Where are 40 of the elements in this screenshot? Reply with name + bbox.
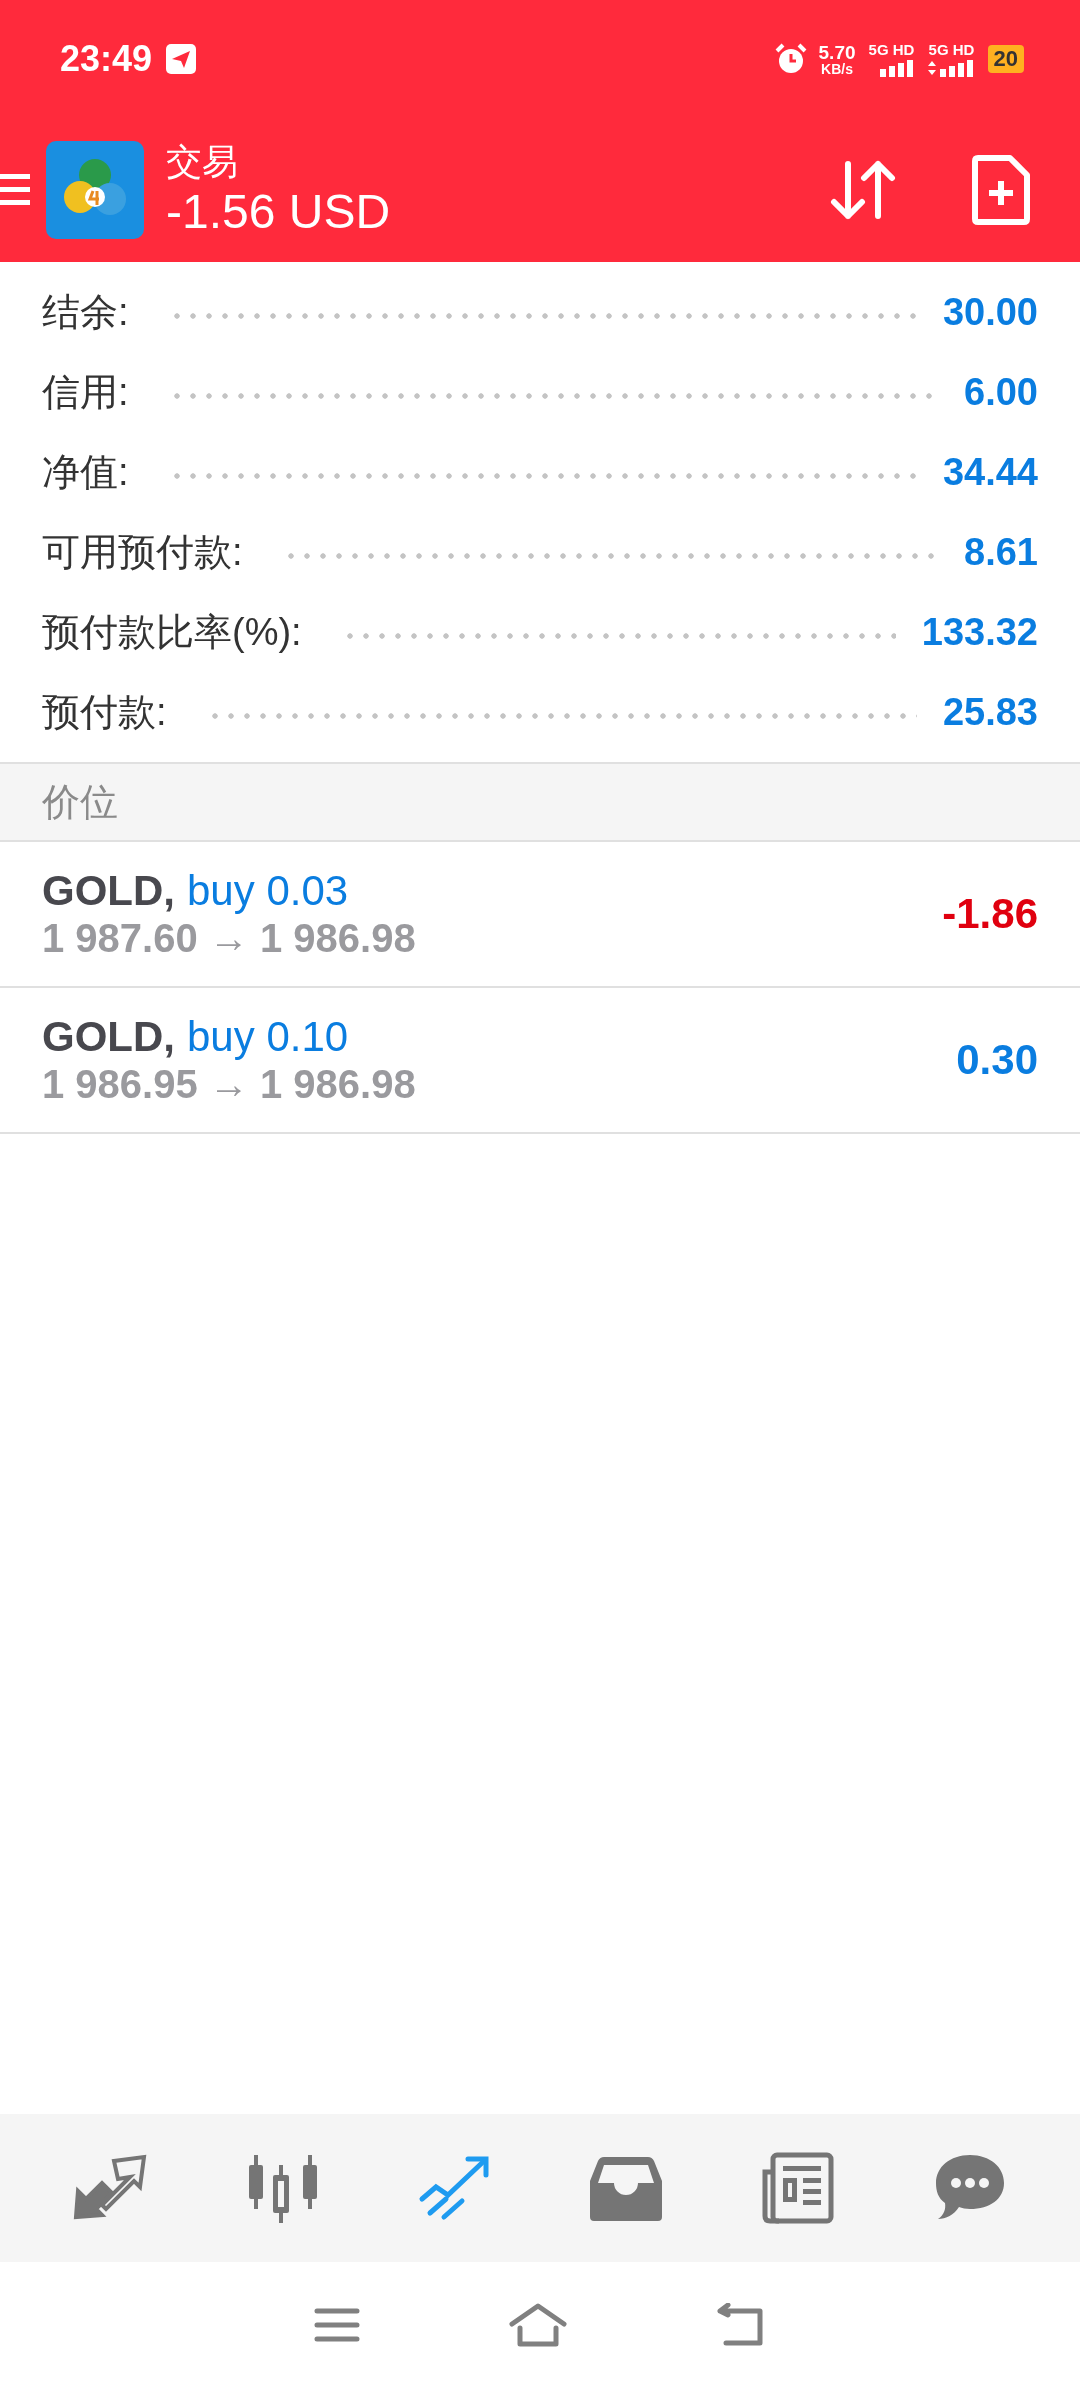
account-label: 信用: xyxy=(42,369,129,415)
position-profit: 0.30 xyxy=(956,1036,1038,1084)
battery-level: 20 xyxy=(987,45,1024,73)
alarm-icon xyxy=(774,43,807,75)
position-row[interactable]: GOLD, buy 0.10 1 986.95 → 1 986.98 0.30 xyxy=(0,988,1080,1134)
account-value: 30.00 xyxy=(942,290,1038,334)
account-value: 34.44 xyxy=(942,450,1038,494)
signal-icon xyxy=(927,58,976,77)
network-speed: 5.70 xyxy=(818,42,856,62)
position-row[interactable]: GOLD, buy 0.03 1 987.60 → 1 986.98 -1.86 xyxy=(0,842,1080,988)
send-icon xyxy=(166,44,197,74)
recent-apps-icon[interactable] xyxy=(314,2307,360,2343)
account-label: 可用预付款: xyxy=(42,529,243,575)
network-label: 5G HD xyxy=(928,41,975,57)
position-profit: -1.86 xyxy=(942,890,1038,938)
new-order-icon[interactable] xyxy=(972,155,1030,225)
position-order: buy 0.10 xyxy=(187,1012,349,1062)
speed-unit: KB/s xyxy=(821,61,853,76)
account-value: 8.61 xyxy=(964,530,1038,574)
home-icon[interactable] xyxy=(508,2302,568,2348)
position-order: buy 0.03 xyxy=(187,866,349,916)
account-value: 133.32 xyxy=(921,610,1038,654)
account-label: 预付款比率(%): xyxy=(42,609,302,655)
account-label: 结余: xyxy=(42,289,129,335)
clock-time: 23:49 xyxy=(60,38,153,80)
app-logo-icon xyxy=(46,141,144,239)
position-symbol: GOLD, xyxy=(42,1012,175,1062)
screen-title: 交易 xyxy=(166,139,239,183)
position-prices: 1 986.95 → 1 986.98 xyxy=(42,1061,417,1108)
account-value: 25.83 xyxy=(942,690,1038,734)
network-label: 5G HD xyxy=(868,41,915,57)
account-value: 6.00 xyxy=(964,370,1038,414)
position-symbol: GOLD, xyxy=(42,866,175,916)
account-label: 净值: xyxy=(42,449,129,495)
section-title: 价位 xyxy=(42,779,118,825)
position-prices: 1 987.60 → 1 986.98 xyxy=(42,915,417,962)
account-label: 预付款: xyxy=(42,689,167,735)
sort-icon[interactable] xyxy=(830,160,896,220)
back-icon[interactable] xyxy=(716,2303,766,2347)
profit-total: -1.56 USD xyxy=(166,183,391,240)
